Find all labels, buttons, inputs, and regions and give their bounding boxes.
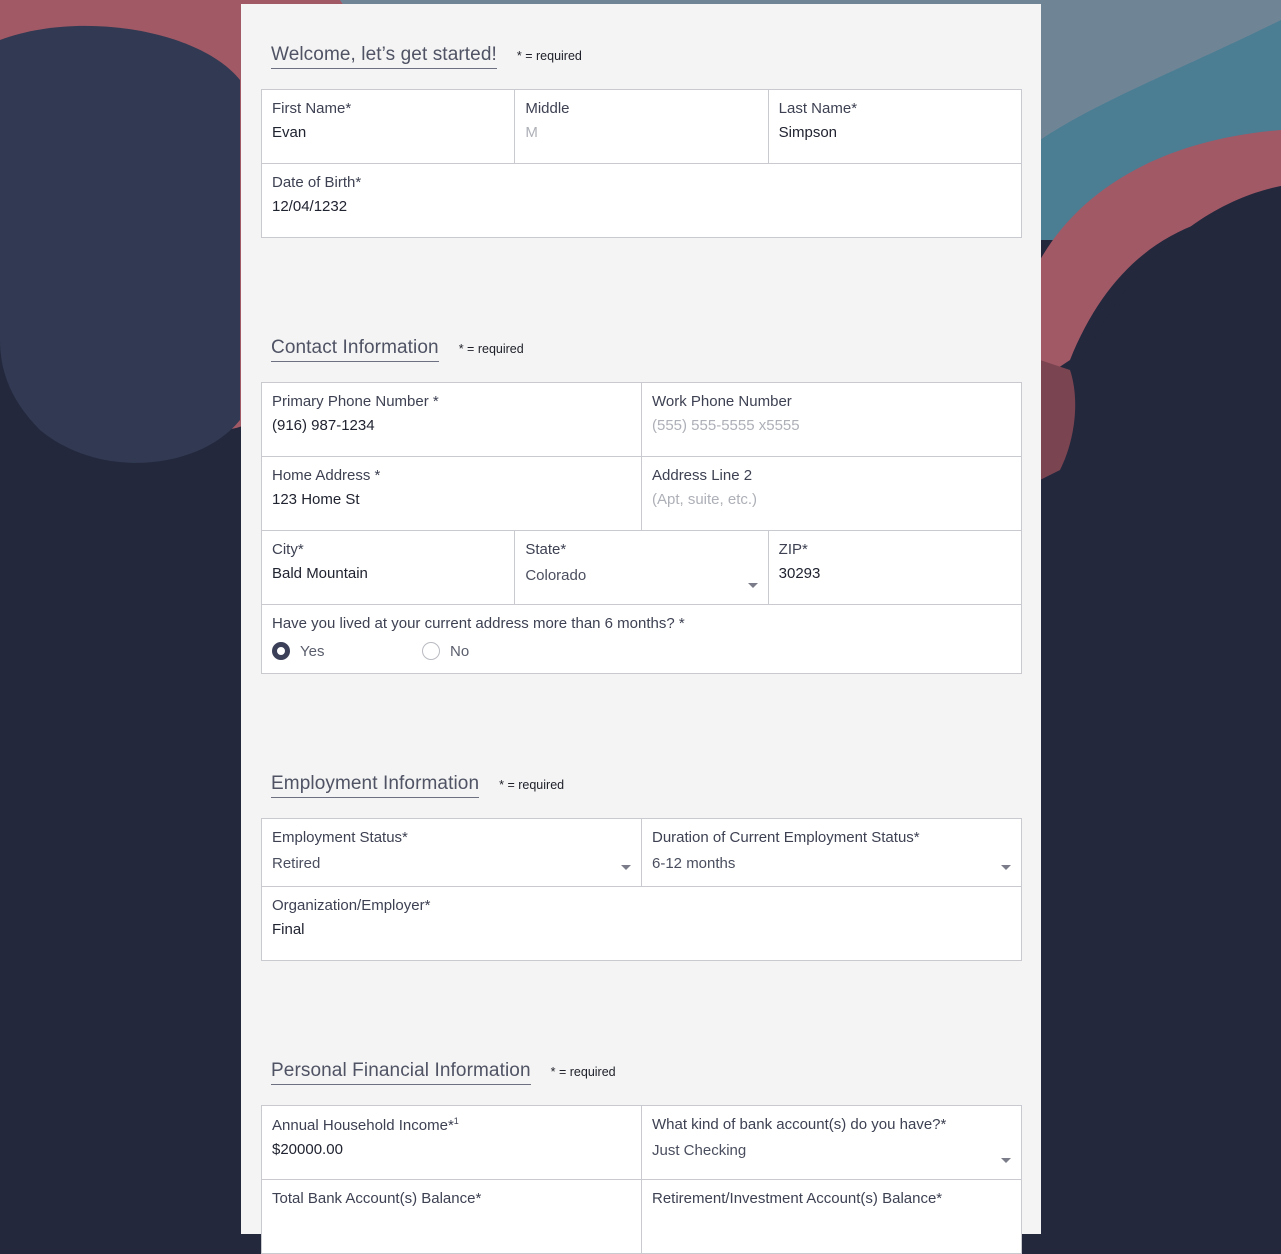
retirement-balance-field[interactable]: Retirement/Investment Account(s) Balance… [641,1179,1022,1254]
first-name-field[interactable]: First Name* Evan [261,89,516,164]
bank-accounts-select[interactable]: What kind of bank account(s) do you have… [641,1105,1022,1180]
date-of-birth-label: Date of Birth* [272,174,362,191]
welcome-section-header: Welcome, let’s get started! * = required [271,44,582,69]
required-note: * = required [516,49,582,63]
bank-accounts-label: What kind of bank account(s) do you have… [652,1116,947,1133]
home-address-input[interactable]: 123 Home St [272,491,631,508]
zip-input[interactable]: 30293 [779,565,1011,582]
chevron-down-icon[interactable] [747,583,758,588]
employment-duration-label: Duration of Current Employment Status* [652,829,920,846]
contact-info-grid: Primary Phone Number * (916) 987-1234 Wo… [261,382,1022,674]
radio-option-no[interactable]: No [422,642,572,660]
city-label: City* [272,541,304,558]
employment-status-select[interactable]: Employment Status* Retired [261,818,642,887]
welcome-section-title: Welcome, let’s get started! [271,44,497,69]
last-name-label: Last Name* [778,100,858,117]
required-note: * = required [550,1065,616,1079]
personal-info-grid: First Name* Evan Middle M Last Name* Sim… [261,89,1022,238]
retirement-balance-label: Retirement/Investment Account(s) Balance… [652,1190,943,1207]
radio-unselected-icon[interactable] [422,642,440,660]
employment-info-grid: Employment Status* Retired Duration of C… [261,818,1022,961]
chevron-down-icon[interactable] [1001,1158,1011,1163]
home-address-field[interactable]: Home Address * 123 Home St [261,456,642,531]
primary-phone-label: Primary Phone Number * [272,393,439,410]
contact-section-header: Contact Information * = required [271,337,524,362]
bank-accounts-selected-value: Just Checking [652,1142,747,1159]
radio-selected-icon[interactable] [272,642,290,660]
city-field[interactable]: City* Bald Mountain [261,530,516,605]
zip-field[interactable]: ZIP* 30293 [767,530,1022,605]
employer-label: Organization/Employer* [272,897,431,914]
employer-field[interactable]: Organization/Employer* Final [261,886,1022,961]
employer-input[interactable]: Final [272,921,1011,938]
required-note: * = required [499,778,565,792]
employment-duration-selected-value: 6-12 months [652,855,736,872]
chevron-down-icon[interactable] [1001,865,1011,870]
bank-balance-label: Total Bank Account(s) Balance* [272,1190,482,1207]
contact-section-title: Contact Information [271,337,439,362]
bank-balance-field[interactable]: Total Bank Account(s) Balance* [261,1179,642,1254]
work-phone-input[interactable]: (555) 555-5555 x5555 [652,417,1011,434]
middle-name-input[interactable]: M [525,124,757,141]
city-input[interactable]: Bald Mountain [272,565,504,582]
address-line-2-label: Address Line 2 [652,467,753,484]
state-selected-value: Colorado [525,567,587,584]
work-phone-field[interactable]: Work Phone Number (555) 555-5555 x5555 [641,382,1022,457]
date-of-birth-field[interactable]: Date of Birth* 12/04/1232 [261,163,1022,238]
state-select[interactable]: State* Colorado [514,530,769,605]
financial-section-title: Personal Financial Information [271,1060,531,1085]
employment-status-label: Employment Status* [272,829,408,846]
lived-6-months-question: Have you lived at your current address m… [261,604,1022,674]
zip-label: ZIP* [778,541,808,558]
last-name-field[interactable]: Last Name* Simpson [767,89,1022,164]
middle-name-label: Middle [525,100,570,117]
annual-income-input[interactable]: $20000.00 [272,1141,631,1158]
radio-no-label: No [450,642,470,660]
address-line-2-input[interactable]: (Apt, suite, etc.) [652,491,1011,508]
employment-duration-select[interactable]: Duration of Current Employment Status* 6… [641,818,1022,887]
lived-6-months-label: Have you lived at your current address m… [272,615,685,632]
date-of-birth-input[interactable]: 12/04/1232 [272,198,1011,215]
primary-phone-input[interactable]: (916) 987-1234 [272,417,631,434]
last-name-input[interactable]: Simpson [779,124,1011,141]
primary-phone-field[interactable]: Primary Phone Number * (916) 987-1234 [261,382,642,457]
footnote-marker: 1 [453,1116,459,1126]
middle-name-field[interactable]: Middle M [514,89,769,164]
chevron-down-icon[interactable] [621,865,631,870]
employment-section-header: Employment Information * = required [271,773,564,798]
radio-option-yes[interactable]: Yes [272,642,422,660]
lived-6-months-radio-group: Yes No [272,642,1011,660]
required-note: * = required [458,342,524,356]
first-name-input[interactable]: Evan [272,124,504,141]
annual-income-label: Annual Household Income*1 [272,1116,459,1134]
annual-income-field[interactable]: Annual Household Income*1 $20000.00 [261,1105,642,1180]
work-phone-label: Work Phone Number [652,393,792,410]
financial-section-header: Personal Financial Information * = requi… [271,1060,616,1085]
employment-status-selected-value: Retired [272,855,321,872]
first-name-label: First Name* [272,100,352,117]
state-label: State* [525,541,567,558]
address-line-2-field[interactable]: Address Line 2 (Apt, suite, etc.) [641,456,1022,531]
home-address-label: Home Address * [272,467,381,484]
radio-yes-label: Yes [300,642,325,660]
financial-info-grid: Annual Household Income*1 $20000.00 What… [261,1105,1022,1254]
employment-section-title: Employment Information [271,773,480,798]
application-form-card: Welcome, let’s get started! * = required… [241,4,1041,1254]
